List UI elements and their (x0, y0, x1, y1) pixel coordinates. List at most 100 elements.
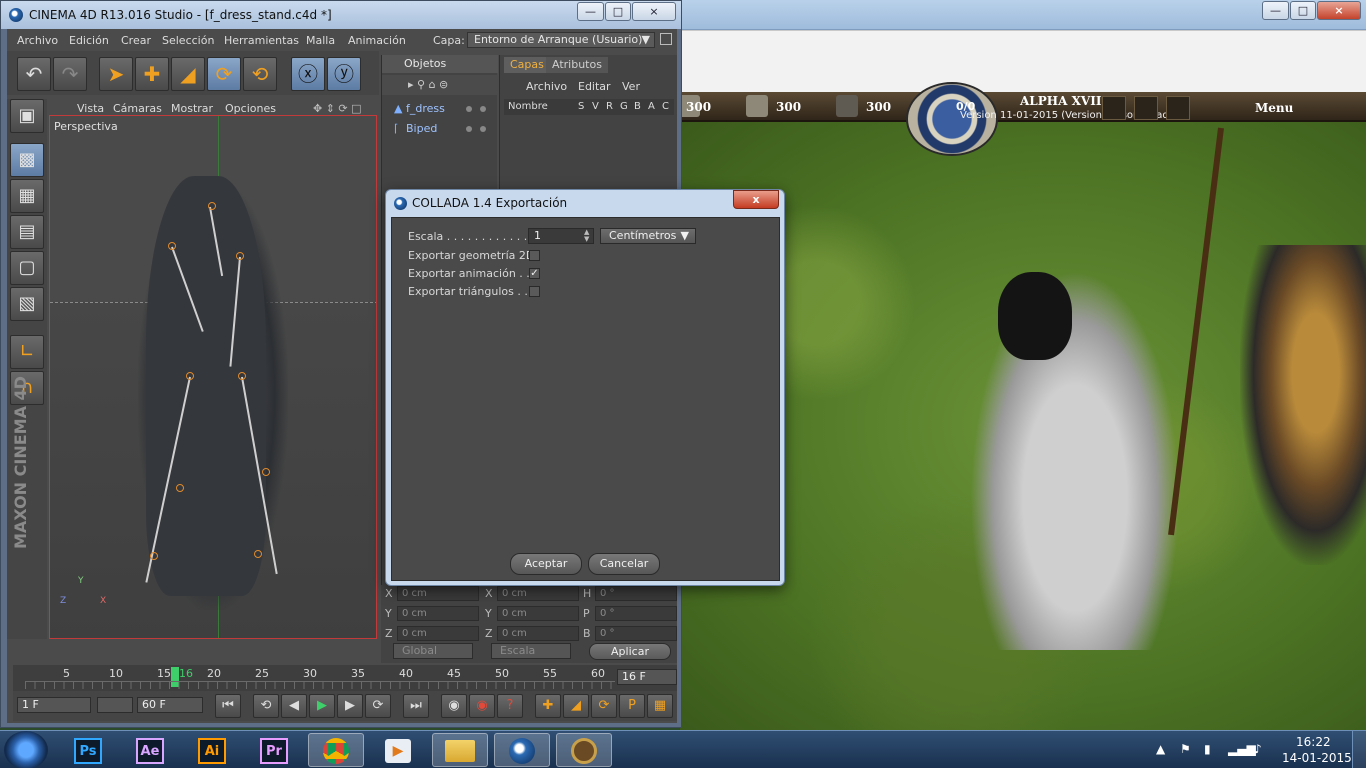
redo-button[interactable]: ↷ (53, 57, 87, 91)
coord-system-select[interactable]: Global (393, 643, 473, 659)
next-key-icon[interactable]: ⟳ (365, 694, 391, 718)
c4d-close-button[interactable]: × (632, 2, 676, 21)
dialog-close-button[interactable]: x (733, 190, 779, 209)
close-button[interactable]: × (1317, 1, 1361, 20)
points-mode-icon[interactable]: ▤ (10, 215, 44, 249)
skeleton-joint[interactable] (186, 372, 194, 380)
export-animation-checkbox[interactable]: ✓ (529, 268, 540, 279)
texture-mode-icon[interactable]: ▦ (10, 179, 44, 213)
network-signal-icon[interactable]: ▂▄▆ (1228, 742, 1256, 756)
undo-button[interactable]: ↶ (17, 57, 51, 91)
key-position-icon[interactable]: ✚ (535, 694, 561, 718)
position-y-field[interactable]: 0 cm (397, 606, 479, 621)
size-x-field[interactable]: 0 cm (497, 586, 579, 601)
objects-tab[interactable]: Objetos (382, 55, 498, 73)
live-select-button[interactable]: ➤ (99, 57, 133, 91)
start-button[interactable] (4, 731, 48, 768)
key-help-icon[interactable]: ? (497, 694, 523, 718)
timeline-ruler[interactable] (25, 681, 615, 689)
flag-icon[interactable]: ⚑ (1180, 742, 1191, 756)
tab-capas[interactable]: Capas (504, 57, 550, 73)
render-dot-icon[interactable] (480, 106, 486, 112)
size-y-field[interactable]: 0 cm (497, 606, 579, 621)
prev-key-icon[interactable]: ⟲ (253, 694, 279, 718)
c4d-minimize-button[interactable]: — (577, 2, 604, 21)
volume-icon[interactable]: ♪ (1254, 742, 1262, 756)
object-toolbar-icons[interactable]: ▸ ⚲ ⌂ ⊜ (408, 78, 448, 91)
menu-seleccion[interactable]: Selección (162, 34, 214, 47)
go-to-start-icon[interactable]: ⏮ (215, 694, 241, 718)
visibility-dot-icon[interactable] (466, 106, 472, 112)
key-scale-icon[interactable]: ◢ (563, 694, 589, 718)
taskbar-chrome[interactable] (308, 733, 364, 767)
skeleton-joint[interactable] (176, 484, 184, 492)
export-2d-geometry-checkbox[interactable] (529, 250, 540, 261)
column-flag[interactable]: G (620, 101, 628, 112)
cancel-button[interactable]: Cancelar (588, 553, 660, 575)
settings-icon[interactable] (1102, 96, 1126, 120)
axis-mode-icon[interactable]: ∟ (10, 335, 44, 369)
menu-malla[interactable]: Malla (306, 34, 335, 47)
object-row-biped[interactable]: ⌈ Biped (382, 119, 498, 139)
taskbar-after-effects[interactable]: Ae (122, 733, 178, 767)
layer-menu-editar[interactable]: Editar (578, 80, 611, 93)
diplomacy-icon[interactable] (1134, 96, 1158, 120)
x-axis-lock-button[interactable]: ⓧ (291, 57, 325, 91)
spinner-arrows-icon[interactable]: ▲ ▼ (584, 229, 592, 243)
menu-crear[interactable]: Crear (121, 34, 151, 47)
skeleton-joint[interactable] (236, 252, 244, 260)
skeleton-joint[interactable] (238, 372, 246, 380)
c4d-maximize-button[interactable]: □ (605, 2, 631, 21)
show-desktop-button[interactable] (1352, 731, 1366, 768)
visibility-dot-icon[interactable] (466, 126, 472, 132)
vp-menu-mostrar[interactable]: Mostrar (171, 102, 213, 115)
start-frame-field[interactable]: 1 F (17, 697, 91, 713)
skeleton-joint[interactable] (168, 242, 176, 250)
column-flag[interactable]: A (648, 101, 655, 112)
prev-frame-icon[interactable]: ◀ (281, 694, 307, 718)
unit-select[interactable]: Centímetros ▼ (600, 228, 696, 244)
tray-expand-icon[interactable]: ▲ (1156, 742, 1165, 756)
size-z-field[interactable]: 0 cm (497, 626, 579, 641)
layer-menu-archivo[interactable]: Archivo (526, 80, 567, 93)
position-z-field[interactable]: 0 cm (397, 626, 479, 641)
menu-herramientas[interactable]: Herramientas (224, 34, 299, 47)
taskbar-cinema4d[interactable] (494, 733, 550, 767)
column-flag[interactable]: S (578, 101, 584, 112)
render-dot-icon[interactable] (480, 126, 486, 132)
clock-time[interactable]: 16:22 (1296, 735, 1331, 749)
menu-archivo[interactable]: Archivo (17, 34, 58, 47)
key-rotation-icon[interactable]: ⟳ (591, 694, 617, 718)
rotation-h-field[interactable]: 0 ° (595, 586, 677, 601)
column-flag[interactable]: C (662, 101, 669, 112)
position-x-field[interactable]: 0 cm (397, 586, 479, 601)
taskbar-illustrator[interactable]: Ai (184, 733, 240, 767)
go-to-end-icon[interactable]: ⏭ (403, 694, 429, 718)
vp-menu-camaras[interactable]: Cámaras (113, 102, 162, 115)
taskbar-game[interactable] (556, 733, 612, 767)
taskbar-explorer[interactable] (432, 733, 488, 767)
game-menu-button[interactable]: Menu (1255, 101, 1293, 115)
skeleton-joint[interactable] (254, 550, 262, 558)
taskbar-photoshop[interactable]: Ps (60, 733, 116, 767)
skeleton-joint[interactable] (262, 468, 270, 476)
column-flag[interactable]: V (592, 101, 599, 112)
apply-button[interactable]: Aplicar (589, 643, 671, 660)
end-frame-field[interactable]: 60 F (137, 697, 203, 713)
layout-select[interactable]: Entorno de Arranque (Usuario) ▼ (467, 32, 655, 48)
taskbar-premiere[interactable]: Pr (246, 733, 302, 767)
perspective-viewport[interactable]: Perspectiva Y X Z (49, 115, 377, 639)
clock-date[interactable]: 14-01-2015 (1282, 751, 1352, 765)
object-mode-icon[interactable]: ▩ (10, 143, 44, 177)
rotate-tool-button[interactable]: ⟳ (207, 57, 241, 91)
vp-menu-opciones[interactable]: Opciones (225, 102, 276, 115)
viewport-nav-icons[interactable]: ✥ ⇕ ⟳ □ (313, 102, 362, 115)
taskbar-media-player[interactable]: ▶ (370, 733, 426, 767)
recent-tool-button[interactable]: ⟲ (243, 57, 277, 91)
auto-key-icon[interactable]: ◉ (469, 694, 495, 718)
export-triangles-checkbox[interactable] (529, 286, 540, 297)
timeline[interactable]: 5 10 15 16 20 25 30 35 40 45 50 55 60 16… (13, 665, 677, 691)
menu-animacion[interactable]: Animación (348, 34, 406, 47)
column-flag[interactable]: R (606, 101, 613, 112)
y-axis-lock-button[interactable]: ⓨ (327, 57, 361, 91)
